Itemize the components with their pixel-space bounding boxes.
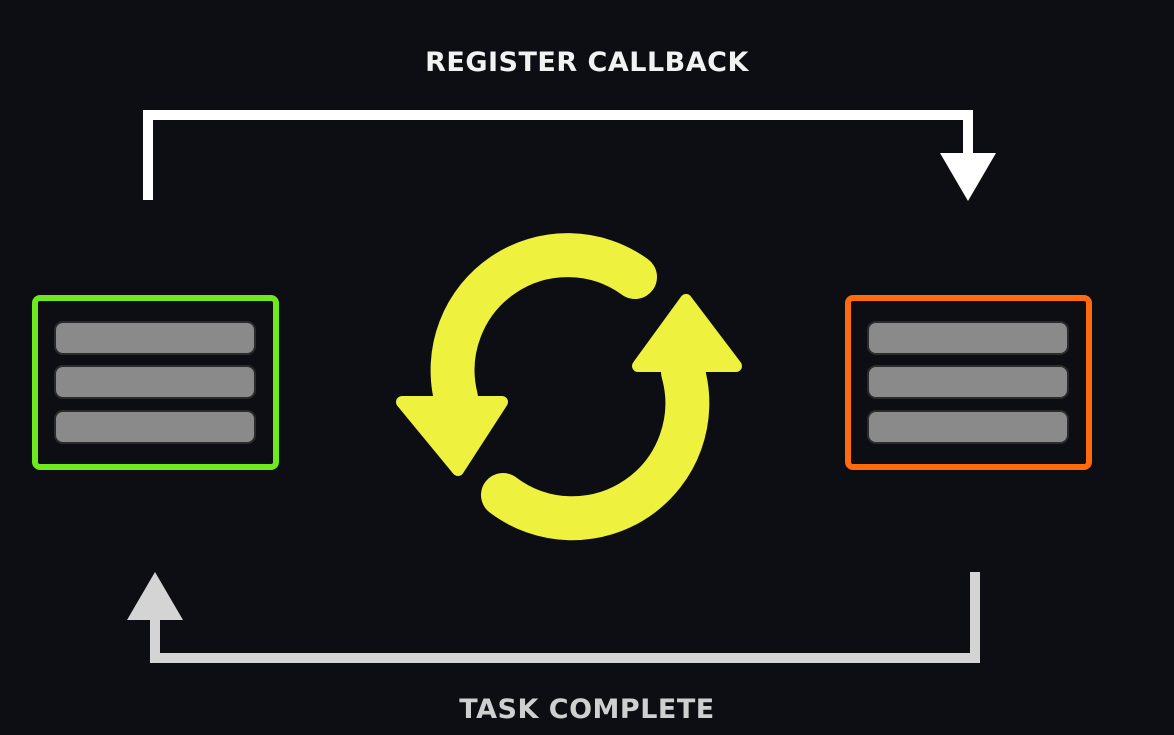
task-complete-arrowhead-icon (127, 572, 183, 620)
cycle-icon (396, 233, 742, 541)
task-complete-arrow (127, 572, 980, 663)
left-box-row (54, 410, 256, 444)
left-box-row (54, 321, 256, 355)
task-complete-arrow-line (150, 572, 980, 663)
left-box-row (54, 365, 256, 399)
cycle-arrowhead-up-icon (632, 294, 742, 372)
callback-diagram: REGISTER CALLBACK TASK COMPLETE (0, 0, 1174, 735)
right-box-row (867, 321, 1069, 355)
cycle-arc-upper (430, 233, 657, 420)
register-callback-arrow (143, 110, 996, 201)
register-callback-arrowhead-icon (940, 153, 996, 201)
right-box-row (867, 365, 1069, 399)
task-complete-label: TASK COMPLETE (459, 694, 715, 725)
left-box (32, 295, 279, 470)
cycle-arc-lower (481, 350, 710, 541)
cycle-arrowhead-down-icon (396, 396, 508, 476)
right-box (845, 295, 1092, 470)
register-callback-arrow-line (143, 110, 973, 200)
right-box-row (867, 410, 1069, 444)
diagram-canvas (32, 110, 1092, 663)
